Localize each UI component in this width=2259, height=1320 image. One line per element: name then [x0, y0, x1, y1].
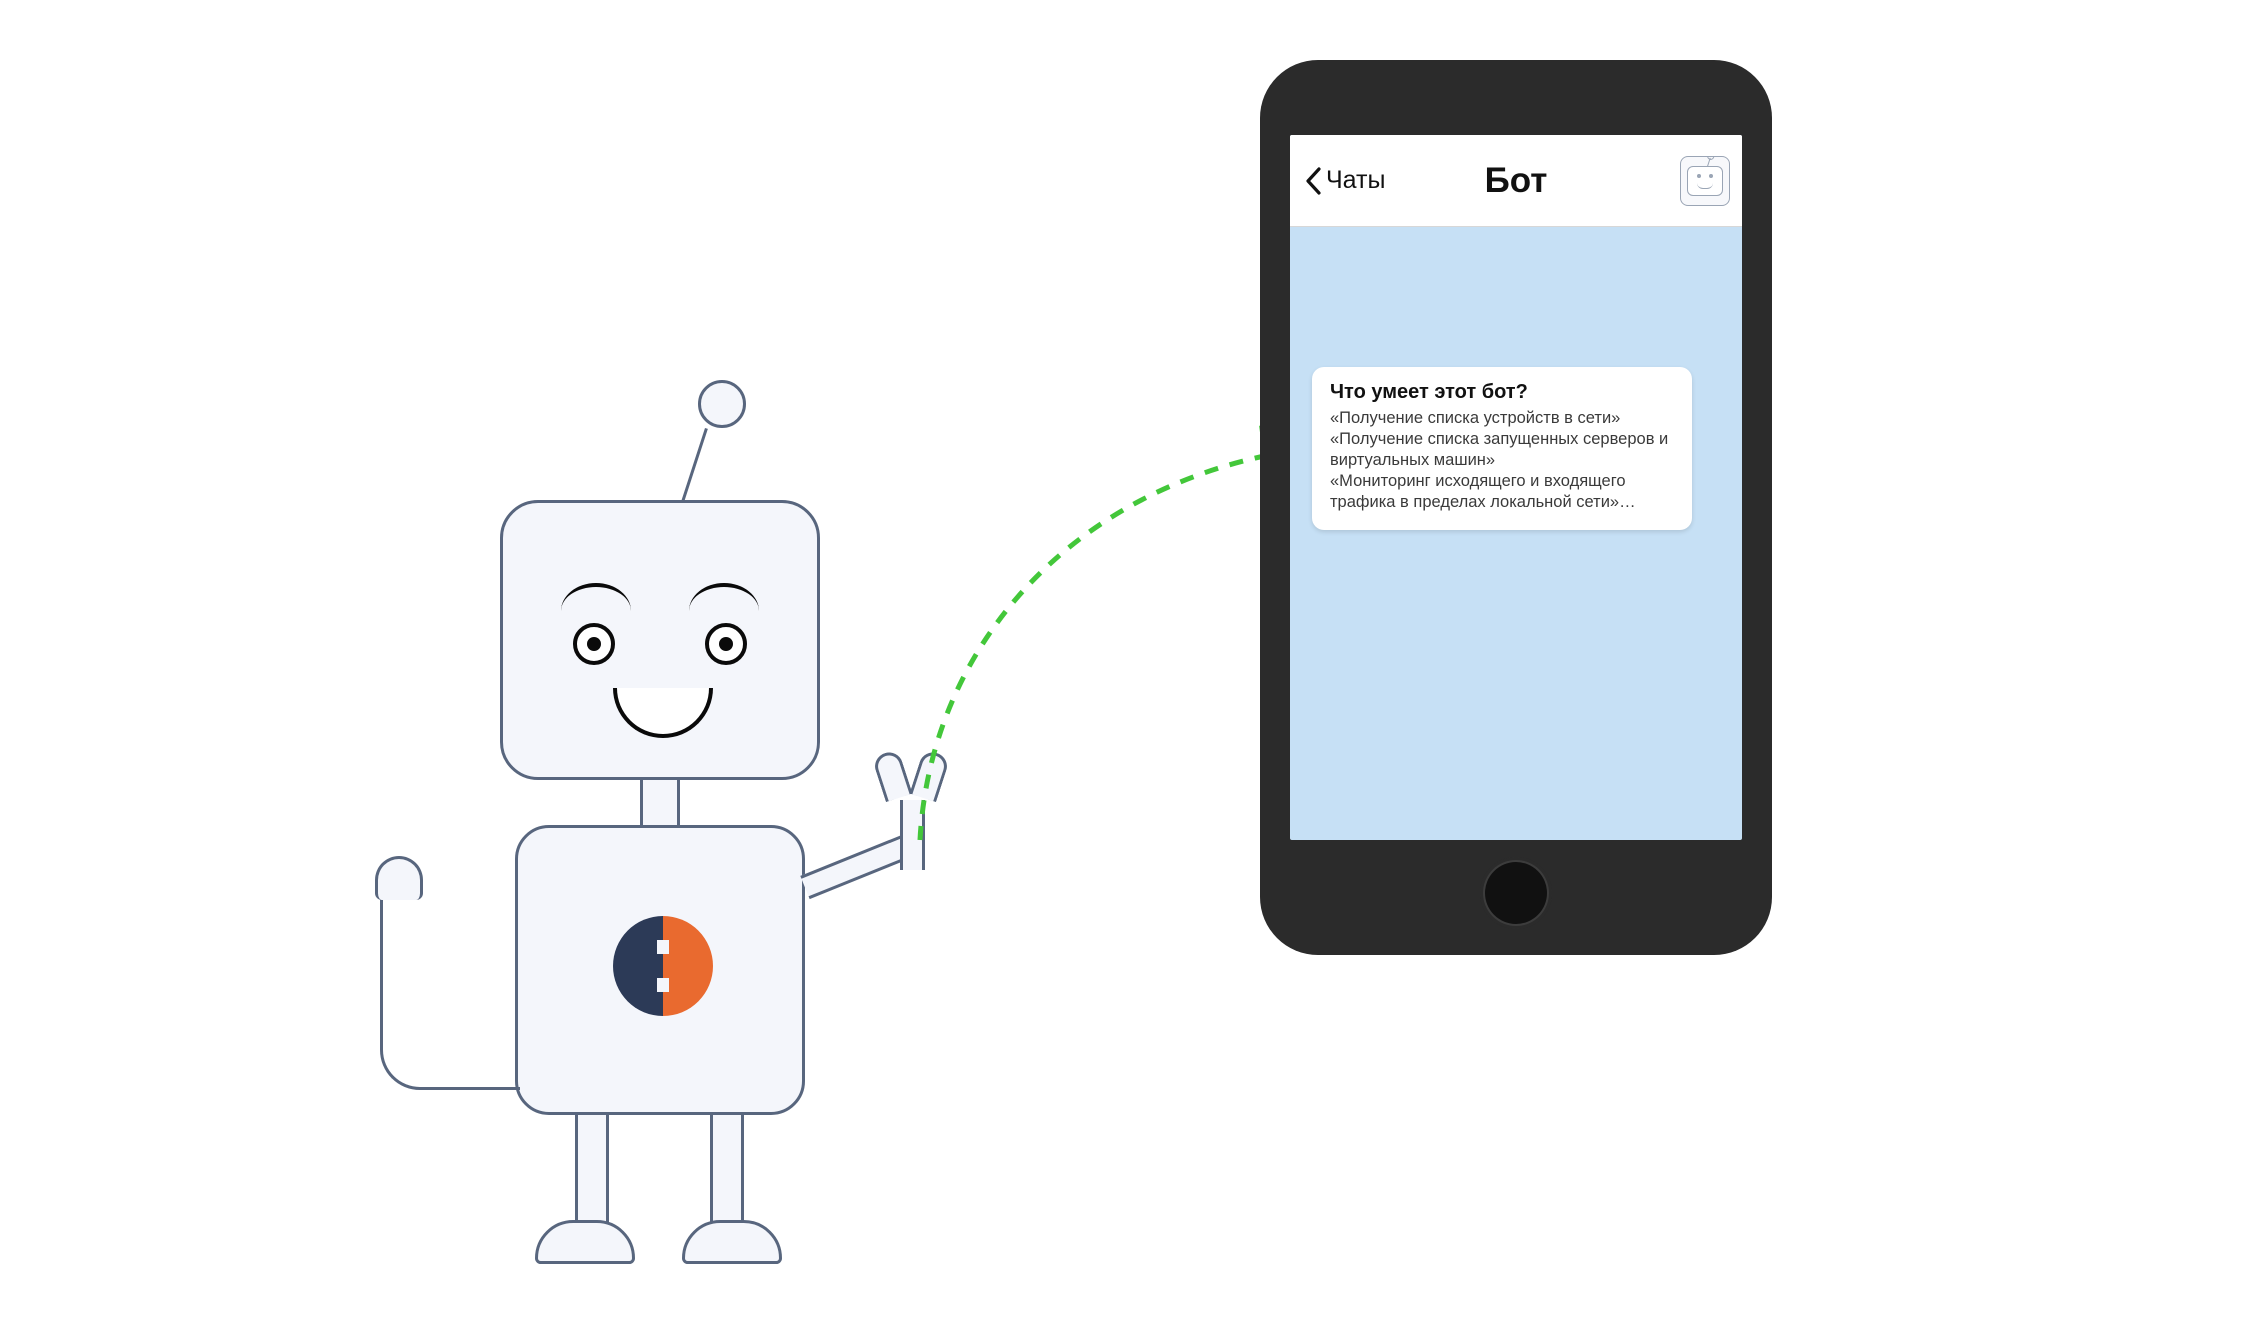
robot-illustration: [360, 380, 980, 1320]
robot-foot-left: [535, 1220, 635, 1264]
back-button[interactable]: Чаты: [1304, 166, 1385, 196]
phone-screen: Чаты Бот Что умеет этот бот? «Получение …: [1290, 135, 1742, 840]
chat-title: Бот: [1485, 161, 1548, 201]
message-title: Что умеет этот бот?: [1330, 381, 1674, 404]
phone-frame: Чаты Бот Что умеет этот бот? «Получение …: [1260, 60, 1772, 955]
robot-emblem-icon: [613, 916, 713, 1016]
message-line: «Получение списка устройств в сети»: [1330, 408, 1674, 429]
robot-foot-right: [682, 1220, 782, 1264]
bot-avatar-icon[interactable]: [1680, 156, 1730, 206]
chat-message-bubble: Что умеет этот бот? «Получение списка ус…: [1312, 367, 1692, 530]
chat-topbar: Чаты Бот: [1290, 135, 1742, 227]
robot-neck: [640, 780, 680, 828]
robot-brow-left: [561, 583, 631, 611]
robot-brow-right: [689, 583, 759, 611]
robot-arm-left: [380, 890, 520, 1090]
robot-leg-right: [710, 1115, 744, 1225]
chevron-left-icon: [1304, 166, 1324, 196]
robot-head: [500, 500, 820, 780]
robot-body: [515, 825, 805, 1115]
message-line: «Мониторинг исходящего и входящего трафи…: [1330, 471, 1674, 513]
robot-eye-right: [705, 623, 747, 665]
robot-eye-left: [573, 623, 615, 665]
message-line: «Получение списка запущенных серверов и …: [1330, 429, 1674, 471]
phone-home-button[interactable]: [1480, 857, 1552, 929]
back-label: Чаты: [1326, 166, 1385, 195]
robot-arm-right-upper: [800, 835, 911, 899]
robot-hand-left: [375, 856, 423, 900]
robot-antenna-ball: [698, 380, 746, 428]
robot-mouth: [613, 688, 713, 738]
robot-leg-left: [575, 1115, 609, 1225]
